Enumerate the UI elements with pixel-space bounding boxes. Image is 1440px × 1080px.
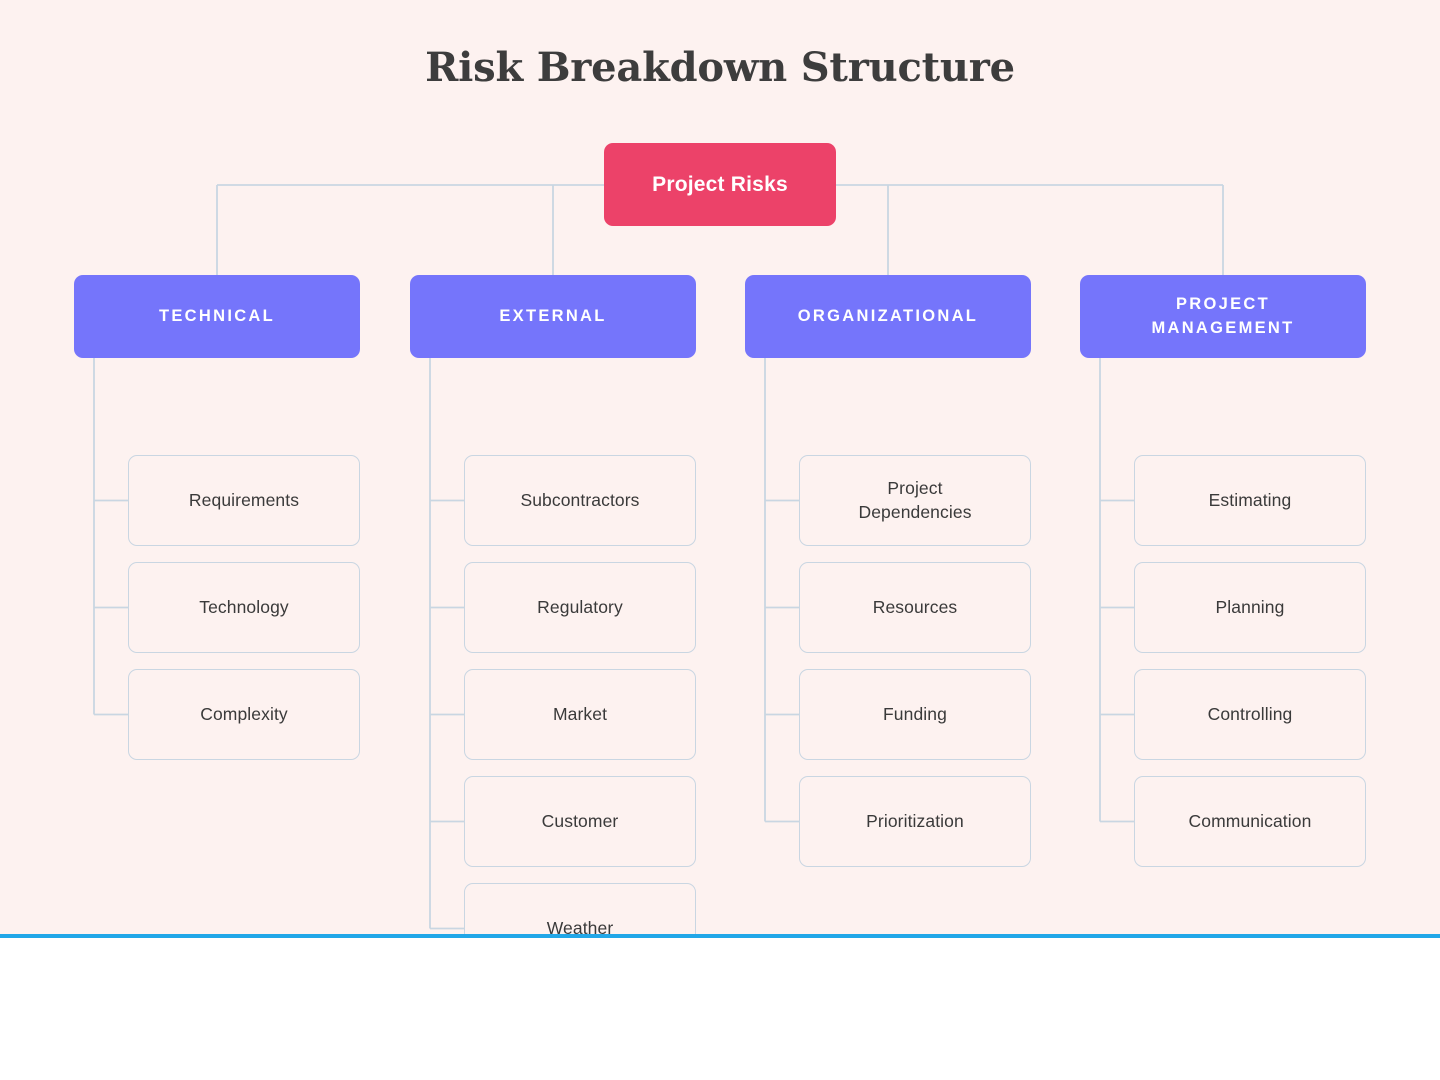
child-box[interactable]: Complexity xyxy=(128,669,360,760)
child-box[interactable]: Controlling xyxy=(1134,669,1366,760)
root-node-project-risks[interactable]: Project Risks xyxy=(604,143,836,226)
diagram-stage: Risk Breakdown Structure Project Risks T… xyxy=(0,0,1440,937)
category-column-organizational: ORGANIZATIONAL Project Dependencies Reso… xyxy=(745,275,1031,867)
child-box[interactable]: Project Dependencies xyxy=(799,455,1031,546)
child-box[interactable]: Regulatory xyxy=(464,562,696,653)
child-box[interactable]: Planning xyxy=(1134,562,1366,653)
child-box-label: Customer xyxy=(541,810,619,831)
category-column-project-management: PROJECT MANAGEMENT Estimating Planning C… xyxy=(1080,275,1366,867)
category-column-external: EXTERNAL Subcontractors Regulatory Marke… xyxy=(410,275,696,937)
child-box[interactable]: Customer xyxy=(464,776,696,867)
child-box-label: Regulatory xyxy=(537,596,623,617)
child-box-label: Subcontractors xyxy=(520,489,640,510)
page-title: Risk Breakdown Structure xyxy=(425,44,1015,91)
child-box-label: Communication xyxy=(1188,810,1312,831)
child-box-label: Planning xyxy=(1215,596,1285,617)
root-node-label: Project Risks xyxy=(652,172,788,196)
child-box-label: Prioritization xyxy=(866,810,964,831)
child-box[interactable]: Requirements xyxy=(128,455,360,546)
child-box-label: Requirements xyxy=(188,489,300,510)
child-box-label: Complexity xyxy=(200,703,288,724)
child-box[interactable]: Funding xyxy=(799,669,1031,760)
child-box[interactable]: Resources xyxy=(799,562,1031,653)
child-box-label: Technology xyxy=(199,596,289,617)
category-header-label: PROJECT MANAGEMENT xyxy=(1151,295,1295,337)
category-header-label: ORGANIZATIONAL xyxy=(797,306,979,325)
child-box[interactable]: Communication xyxy=(1134,776,1366,867)
child-box[interactable]: Weather xyxy=(464,883,696,937)
category-header-external[interactable]: EXTERNAL xyxy=(410,275,696,358)
child-box-label: Funding xyxy=(883,703,947,724)
footer-bar: Read the full article at: thedigitalproj… xyxy=(0,938,1440,1080)
child-box[interactable]: Estimating xyxy=(1134,455,1366,546)
child-box[interactable]: Technology xyxy=(128,562,360,653)
infographic-canvas: Risk Breakdown Structure Project Risks T… xyxy=(0,0,1440,1080)
category-column-technical: TECHNICAL Requirements Technology Comple… xyxy=(74,275,360,760)
category-header-label: EXTERNAL xyxy=(499,306,607,325)
category-header-label: TECHNICAL xyxy=(158,306,276,325)
child-box[interactable]: Market xyxy=(464,669,696,760)
category-header-project-management[interactable]: PROJECT MANAGEMENT xyxy=(1080,275,1366,358)
category-header-technical[interactable]: TECHNICAL xyxy=(74,275,360,358)
child-box[interactable]: Subcontractors xyxy=(464,455,696,546)
child-box-label: Resources xyxy=(872,596,958,617)
category-header-organizational[interactable]: ORGANIZATIONAL xyxy=(745,275,1031,358)
child-box-label: Project Dependencies xyxy=(858,478,972,522)
child-box-label: Market xyxy=(552,703,608,724)
child-box-label: Controlling xyxy=(1207,703,1293,724)
child-box[interactable]: Prioritization xyxy=(799,776,1031,867)
child-box-label: Estimating xyxy=(1208,489,1292,510)
